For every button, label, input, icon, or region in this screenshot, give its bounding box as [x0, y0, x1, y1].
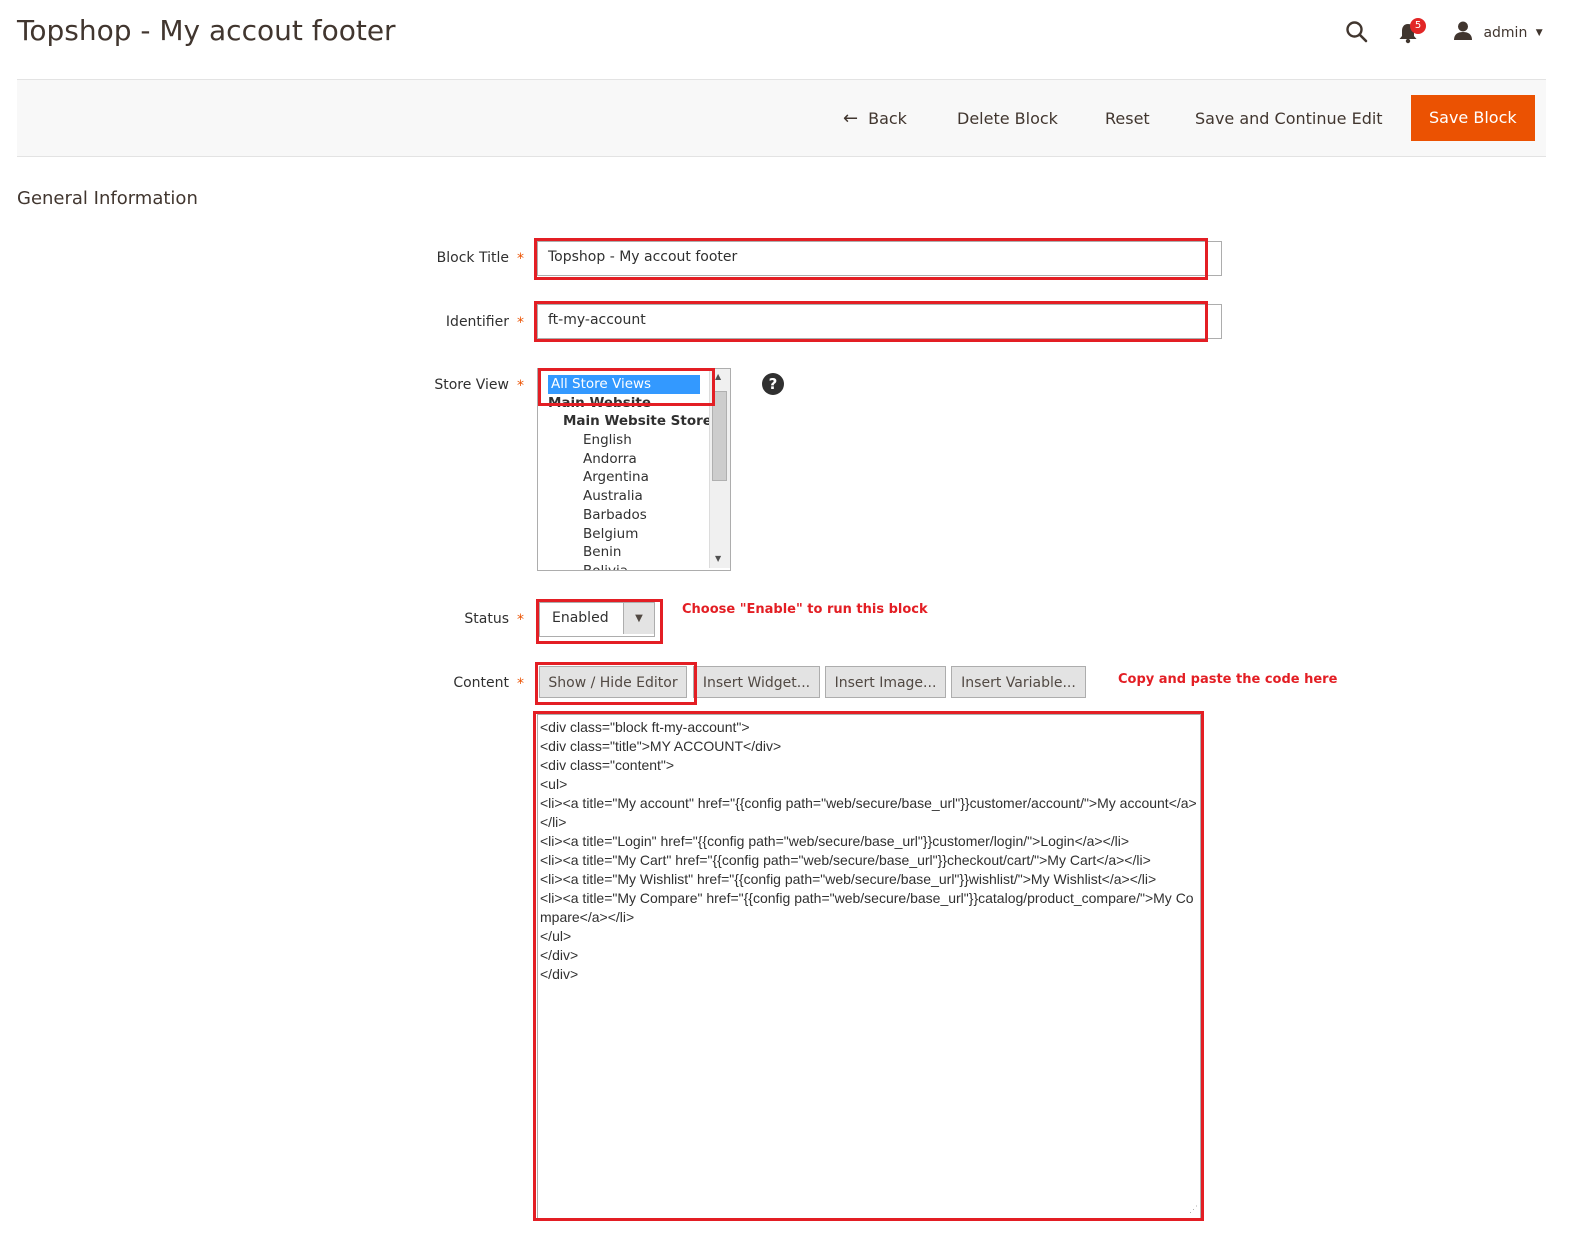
back-label: Back: [868, 109, 907, 128]
insert-variable-button[interactable]: Insert Variable...: [951, 666, 1086, 698]
store-view-option[interactable]: Barbados: [538, 506, 730, 525]
resize-handle-icon[interactable]: ⋰: [1189, 1200, 1198, 1219]
delete-block-button[interactable]: Delete Block: [957, 98, 1058, 140]
required-marker: *: [517, 251, 524, 267]
status-label: Status: [464, 611, 509, 627]
store-view-option[interactable]: Benin: [538, 543, 730, 562]
notifications-button[interactable]: 5: [1398, 18, 1430, 44]
scroll-up-icon[interactable]: ▲: [715, 372, 721, 381]
required-marker: *: [517, 612, 524, 628]
code-line: <div class="block ft-my-account">: [540, 719, 750, 735]
content-label: Content: [453, 675, 509, 691]
store-view-option[interactable]: English: [538, 431, 730, 450]
store-view-option[interactable]: Bolivia: [538, 562, 730, 570]
store-view-option[interactable]: Argentina: [538, 468, 730, 487]
notification-count-badge: 5: [1410, 18, 1426, 34]
store-view-option[interactable]: Australia: [538, 487, 730, 506]
search-icon[interactable]: [1345, 20, 1369, 44]
store-view-group: Main Website: [548, 394, 651, 411]
content-textarea[interactable]: <div class="block ft-my-account"> <div c…: [537, 714, 1201, 1220]
section-title: General Information: [17, 188, 198, 209]
scroll-down-icon[interactable]: ▼: [715, 554, 721, 563]
store-view-option-selected[interactable]: All Store Views: [548, 375, 700, 394]
code-line: <li><a title="Login" href="{{config path…: [540, 833, 1130, 849]
chevron-down-icon: ▼: [1535, 28, 1543, 38]
code-line: <div class="title">MY ACCOUNT</div>: [540, 738, 782, 754]
code-line: <ul>: [540, 776, 568, 792]
help-icon[interactable]: ?: [762, 373, 784, 395]
required-marker: *: [517, 676, 524, 692]
scrollbar-thumb[interactable]: [712, 391, 727, 481]
user-menu[interactable]: admin ▼: [1453, 21, 1543, 43]
page-title: Topshop - My accout footer: [17, 14, 396, 47]
code-line: <div class="content">: [540, 757, 675, 773]
store-view-multiselect[interactable]: All Store Views Main Website Main Websit…: [537, 368, 731, 571]
insert-image-button[interactable]: Insert Image...: [825, 666, 946, 698]
identifier-input[interactable]: ft-my-account: [537, 304, 1222, 339]
scrollbar[interactable]: ▲ ▼: [709, 369, 730, 568]
chevron-down-icon: ▼: [623, 603, 654, 634]
required-marker: *: [517, 315, 524, 331]
store-view-label: Store View: [434, 377, 509, 393]
user-icon: [1454, 21, 1472, 40]
user-name: admin: [1483, 25, 1528, 41]
block-title-input[interactable]: Topshop - My accout footer: [537, 241, 1222, 276]
status-annotation: Choose "Enable" to run this block: [682, 602, 928, 617]
code-line: <li><a title="My Compare" href="{{config…: [540, 890, 1194, 925]
code-line: <li><a title="My Cart" href="{{config pa…: [540, 852, 1151, 868]
code-line: <li><a title="My account" href="{{config…: [540, 795, 1197, 830]
identifier-label: Identifier: [445, 314, 509, 330]
code-line: <li><a title="My Wishlist" href="{{confi…: [540, 871, 1157, 887]
status-value: Enabled: [552, 610, 609, 626]
arrow-left-icon: ←: [843, 108, 859, 129]
block-title-label: Block Title: [436, 250, 509, 266]
content-annotation: Copy and paste the code here: [1118, 672, 1338, 687]
page-actions-toolbar: ← Back Delete Block Reset Save and Contin…: [17, 80, 1546, 157]
insert-widget-button[interactable]: Insert Widget...: [693, 666, 820, 698]
store-view-option[interactable]: Belgium: [538, 525, 730, 544]
code-line: </div>: [540, 966, 579, 982]
save-block-button[interactable]: Save Block: [1411, 95, 1535, 141]
save-and-continue-button[interactable]: Save and Continue Edit: [1195, 98, 1383, 140]
status-select[interactable]: Enabled ▼: [539, 602, 655, 637]
store-view-subgroup: Main Website Store: [563, 413, 712, 430]
back-button[interactable]: ← Back: [843, 98, 907, 140]
code-line: </ul>: [540, 928, 572, 944]
reset-button[interactable]: Reset: [1105, 98, 1150, 140]
store-view-option[interactable]: Andorra: [538, 450, 730, 469]
show-hide-editor-button[interactable]: Show / Hide Editor: [539, 666, 687, 698]
required-marker: *: [517, 378, 524, 394]
code-line: </div>: [540, 947, 579, 963]
